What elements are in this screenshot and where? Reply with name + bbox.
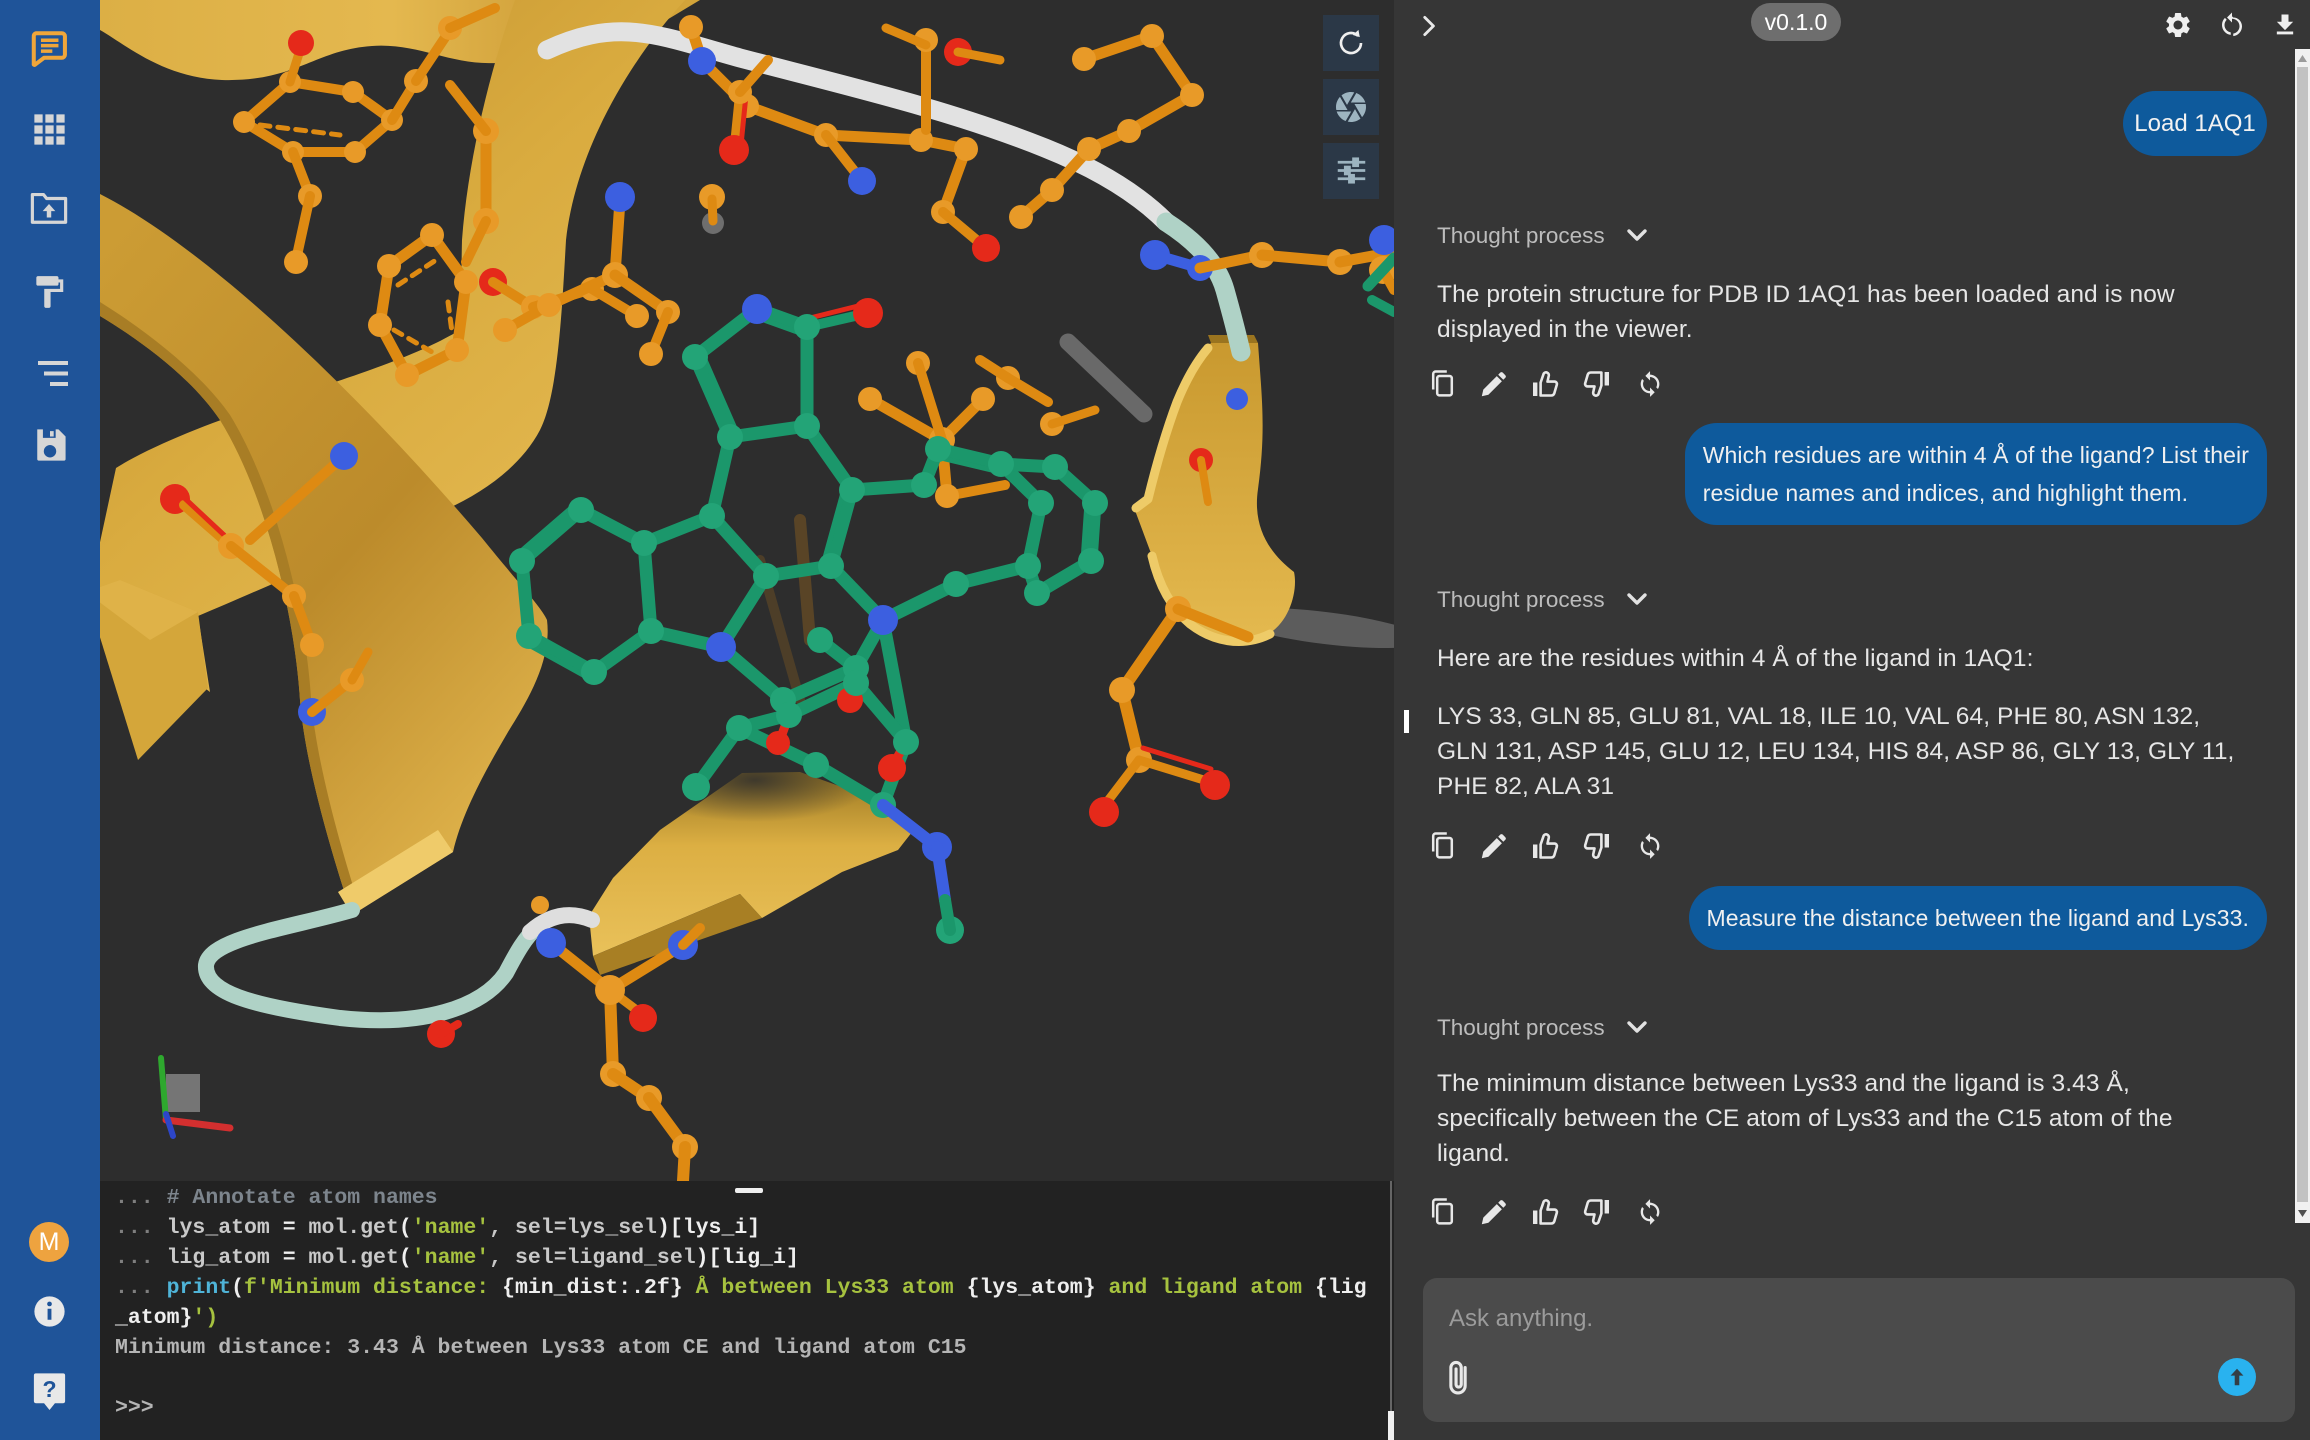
- svg-text:?: ?: [42, 1376, 56, 1402]
